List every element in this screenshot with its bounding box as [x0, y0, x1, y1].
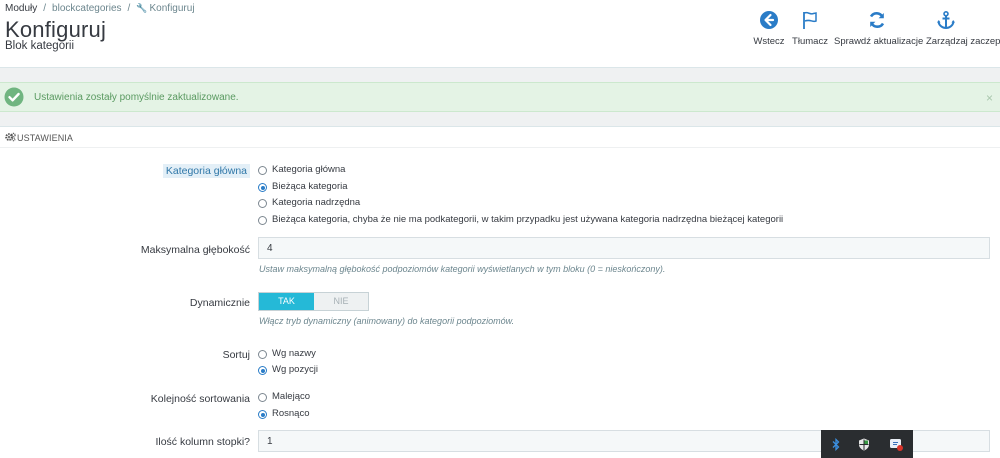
- breadcrumb-modules[interactable]: Moduły: [5, 3, 37, 14]
- max-depth-label: Maksymalna głębokość: [140, 244, 250, 256]
- dynamic-switch[interactable]: TAK NIE: [258, 292, 369, 311]
- radio-button[interactable]: [258, 166, 267, 175]
- check-update-button[interactable]: Sprawdź aktualizacje: [834, 10, 924, 47]
- dynamic-no-option[interactable]: NIE: [314, 293, 368, 310]
- radio-button[interactable]: [258, 350, 267, 359]
- radio-button-selected[interactable]: [258, 366, 267, 375]
- page-subtitle: Blok kategorii: [5, 40, 75, 52]
- security-shield-icon[interactable]: [858, 438, 870, 451]
- breadcrumb-current: Konfiguruj: [149, 3, 195, 14]
- refresh-icon: [869, 12, 885, 28]
- check-circle-icon: [4, 87, 24, 107]
- translate-label: Tłumacz: [792, 36, 828, 47]
- dynamic-label: Dynamicznie: [189, 297, 250, 309]
- breadcrumb-module[interactable]: blockcategories: [52, 3, 121, 14]
- panel-header: USTAWIENIA: [0, 127, 1000, 148]
- wrench-icon: 🔧: [136, 3, 148, 13]
- radio-button[interactable]: [258, 199, 267, 208]
- dynamic-yes-option[interactable]: TAK: [259, 293, 314, 310]
- radio-button-selected[interactable]: [258, 410, 267, 419]
- back-arrow-icon: [760, 11, 778, 29]
- sync-app-icon[interactable]: [889, 438, 903, 451]
- radio-button[interactable]: [258, 393, 267, 402]
- panel-title: USTAWIENIA: [17, 133, 74, 143]
- radio-button-selected[interactable]: [258, 183, 267, 192]
- flag-icon: [803, 11, 817, 29]
- bluetooth-icon[interactable]: [831, 438, 841, 451]
- footer-columns-label: Ilość kolumn stopki?: [155, 436, 250, 448]
- breadcrumb: Moduły / blockcategories / 🔧 Konfiguruj: [5, 3, 195, 14]
- manage-hooks-label: Zarządzaj zaczepami: [926, 36, 1000, 47]
- anchor-icon: [937, 10, 955, 30]
- sort-order-label: Kolejność sortowania: [150, 393, 250, 405]
- system-tray: [821, 430, 913, 458]
- page-header: Moduły / blockcategories / 🔧 Konfiguruj Konfi…: [0, 0, 1000, 68]
- root-category-label: Kategoria główna: [162, 164, 250, 178]
- max-depth-input[interactable]: 4: [258, 237, 990, 259]
- translate-button[interactable]: Tłumacz: [790, 10, 830, 47]
- success-alert: Ustawienia zostały pomyślnie zaktualizow…: [0, 82, 1000, 112]
- alert-close-icon[interactable]: ×: [986, 91, 993, 105]
- dynamic-help: Włącz tryb dynamiczny (animowany) do kat…: [259, 316, 515, 326]
- cogs-icon: [5, 132, 16, 142]
- back-label: Wstecz: [753, 36, 785, 47]
- sort-label: Sortuj: [222, 349, 250, 361]
- max-depth-help: Ustaw maksymalną głębokość podpoziomów k…: [259, 264, 666, 274]
- settings-panel: USTAWIENIA Kategoria główna Kategoria gł…: [0, 126, 1000, 458]
- back-button[interactable]: Wstecz: [751, 10, 787, 47]
- alert-message: Ustawienia zostały pomyślnie zaktualizow…: [34, 92, 239, 103]
- manage-hooks-button[interactable]: Zarządzaj zaczepami: [926, 10, 1000, 47]
- check-update-label: Sprawdź aktualizacje: [834, 36, 924, 47]
- radio-button[interactable]: [258, 216, 267, 225]
